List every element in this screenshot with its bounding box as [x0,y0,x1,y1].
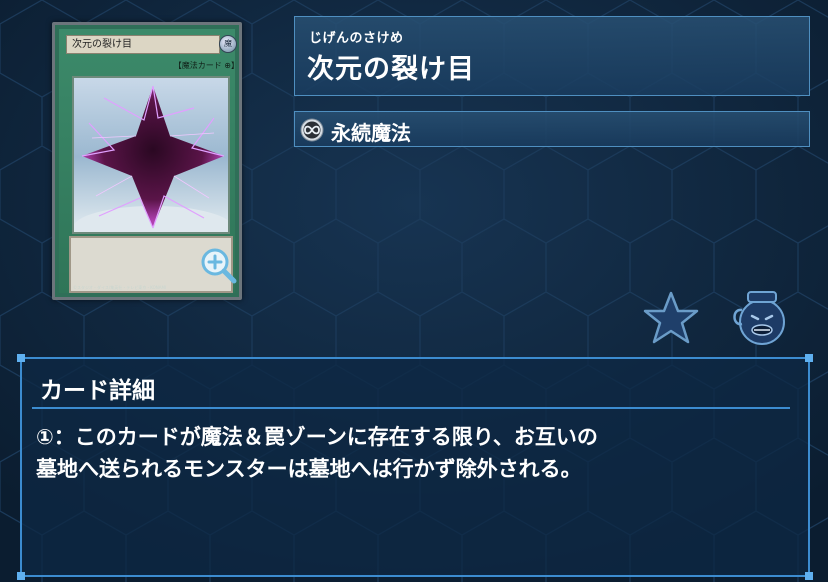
star-icon [643,291,699,344]
effect-line: ①：このカードが魔法＆罠ゾーンに存在する限り、お互いの [36,425,598,449]
card-image[interactable]: 次元の裂け目 魔 【魔法カード ⊕】 ©スタジオ・ダイス/集英社・テレビ東京・K… [52,22,242,300]
card-effect-text: ①：このカードが魔法＆罠ゾーンに存在する限り、お互いの 墓地へ送られるモンスター… [36,421,806,485]
panel-corner [17,572,25,580]
zoom-in-icon [201,248,237,284]
pot-button[interactable] [730,286,790,348]
panel-corner [805,572,813,580]
card-frame: 次元の裂け目 魔 【魔法カード ⊕】 ©スタジオ・ダイス/集英社・テレビ東京・K… [59,29,239,293]
favorite-button[interactable] [642,290,700,346]
card-image-type-line: 【魔法カード ⊕】 [173,61,239,70]
card-name-reading: じげんのさけめ [309,31,404,46]
card-name-title: 次元の裂け目 [307,54,475,85]
card-name-panel: じげんのさけめ 次元の裂け目 [294,16,810,96]
spell-type-row: 永続魔法 [294,111,810,147]
card-image-footer: ©スタジオ・ダイス/集英社・テレビ東京・KONAMI [73,285,167,290]
spell-attribute-icon: 魔 [219,35,237,53]
zoom-button[interactable] [199,246,239,286]
card-image-name: 次元の裂け目 [66,35,220,54]
detail-header: カード詳細 [40,378,155,404]
card-detail-panel: カード詳細 ①：このカードが魔法＆罠ゾーンに存在する限り、お互いの 墓地へ送られ… [17,354,813,580]
divider [32,407,790,409]
card-artwork [72,76,230,234]
effect-line: 墓地へ送られるモンスターは墓地へは行かず除外される。 [36,457,582,481]
spell-type-label: 永続魔法 [331,121,411,145]
continuous-spell-icon [300,118,324,142]
pot-of-greed-icon [733,291,785,345]
panel-corner [17,354,25,362]
panel-corner [805,354,813,362]
